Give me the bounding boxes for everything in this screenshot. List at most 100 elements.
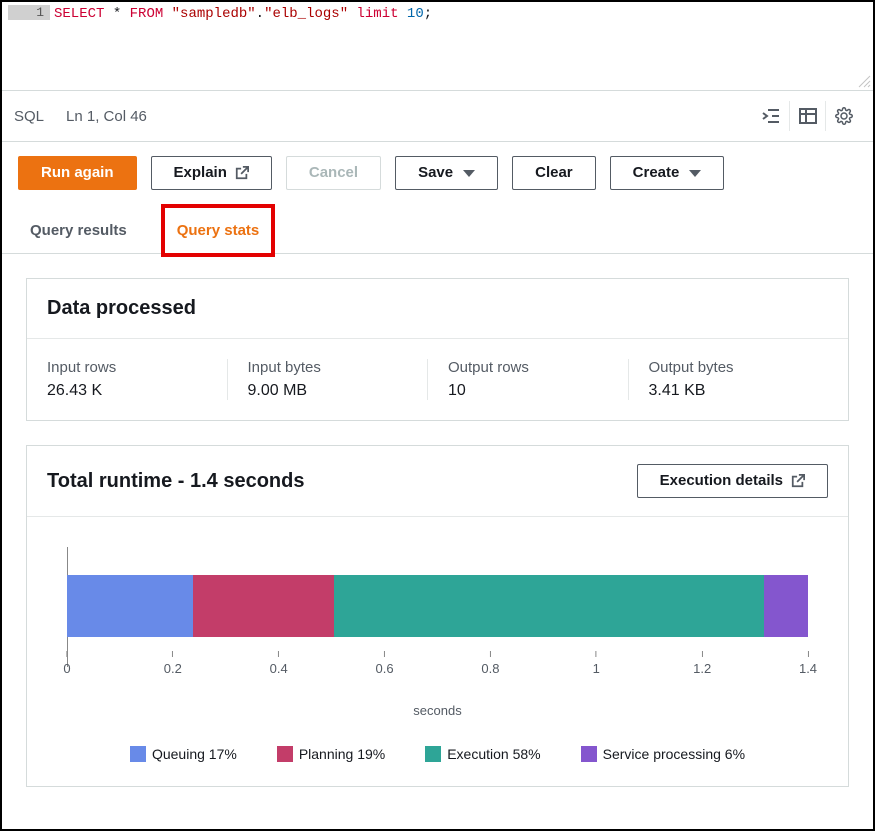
stats-content: Data processed Input rows 26.43 K Input … xyxy=(2,254,873,811)
sql-editor[interactable]: 1 SELECT * FROM "sampledb"."elb_logs" li… xyxy=(2,2,873,90)
chart-tick-label: 1.2 xyxy=(693,661,711,676)
explain-button[interactable]: Explain xyxy=(151,156,272,190)
table-icon xyxy=(799,108,817,124)
chart-tick: 1.2 xyxy=(693,651,711,676)
stat-input-bytes: Input bytes 9.00 MB xyxy=(227,359,428,400)
editor-statusbar: SQL Ln 1, Col 46 xyxy=(2,90,873,142)
chart-segment-queuing xyxy=(67,575,193,637)
chart-tick: 1.4 xyxy=(799,651,817,676)
kw-from: FROM xyxy=(130,6,164,22)
query-toolbar: Run again Explain Cancel Save Clear Crea… xyxy=(2,142,873,208)
indent-icon xyxy=(762,108,780,124)
tab-query-stats[interactable]: Query stats xyxy=(161,204,276,257)
run-again-button[interactable]: Run again xyxy=(18,156,137,190)
code-space xyxy=(348,6,356,22)
chart-tick: 0.2 xyxy=(164,651,182,676)
legend-swatch xyxy=(581,746,597,762)
stat-input-rows: Input rows 26.43 K xyxy=(47,359,227,400)
code-dot: . xyxy=(256,6,264,22)
cursor-position: Ln 1, Col 46 xyxy=(66,108,147,125)
legend-label: Service processing 6% xyxy=(603,746,745,762)
legend-swatch xyxy=(277,746,293,762)
chart-tick-label: 0.6 xyxy=(376,661,394,676)
stat-value: 26.43 K xyxy=(47,382,207,400)
chart-tick-label: 0.4 xyxy=(270,661,288,676)
clear-button[interactable]: Clear xyxy=(512,156,596,190)
execution-details-label: Execution details xyxy=(660,471,783,491)
resize-handle-icon[interactable] xyxy=(857,74,871,88)
data-processed-card: Data processed Input rows 26.43 K Input … xyxy=(26,278,849,421)
chart-tick-label: 0.2 xyxy=(164,661,182,676)
tab-query-results[interactable]: Query results xyxy=(18,208,139,253)
external-link-icon xyxy=(235,166,249,180)
stat-value: 10 xyxy=(448,382,608,400)
save-label: Save xyxy=(418,163,453,183)
chart-tick-label: 1 xyxy=(593,661,600,676)
line-number: 1 xyxy=(8,5,50,20)
chart-tick-label: 0.8 xyxy=(481,661,499,676)
legend-item-execution: Execution 58% xyxy=(425,746,540,762)
chart-tick-label: 0 xyxy=(63,661,70,676)
cancel-button: Cancel xyxy=(286,156,381,190)
save-button[interactable]: Save xyxy=(395,156,498,190)
editor-code[interactable]: SELECT * FROM "sampledb"."elb_logs" limi… xyxy=(50,2,873,25)
explain-label: Explain xyxy=(174,163,227,183)
chart-segment-execution xyxy=(334,575,764,637)
legend-item-planning: Planning 19% xyxy=(277,746,385,762)
chart-tick: 0 xyxy=(63,651,70,676)
create-label: Create xyxy=(633,163,680,183)
chart-tick-label: 1.4 xyxy=(799,661,817,676)
code-string: "sampledb" xyxy=(172,6,256,22)
legend-label: Queuing 17% xyxy=(152,746,237,762)
editor-language: SQL xyxy=(14,108,44,125)
result-tabs: Query results Query stats xyxy=(2,208,873,254)
data-processed-header: Data processed xyxy=(27,279,848,339)
runtime-card: Total runtime - 1.4 seconds Execution de… xyxy=(26,445,849,787)
data-processed-stats: Input rows 26.43 K Input bytes 9.00 MB O… xyxy=(27,339,848,420)
gear-icon xyxy=(835,107,853,125)
create-button[interactable]: Create xyxy=(610,156,725,190)
runtime-header: Total runtime - 1.4 seconds Execution de… xyxy=(27,446,848,517)
stat-label: Output rows xyxy=(448,359,608,376)
chart-segment-service-processing xyxy=(764,575,808,637)
runtime-chart: 0 0.2 0.4 0.6 0.8 1 1.2 1.4 seconds Queuing 17%… xyxy=(27,517,848,786)
format-query-button[interactable] xyxy=(753,101,789,131)
stat-value: 9.00 MB xyxy=(248,382,408,400)
runtime-title: Total runtime - 1.4 seconds xyxy=(47,470,304,493)
editor-gutter: 1 xyxy=(2,2,50,20)
legend-item-queuing: Queuing 17% xyxy=(130,746,237,762)
data-processed-title: Data processed xyxy=(47,297,196,320)
stat-value: 3.41 KB xyxy=(649,382,809,400)
legend-item-service-processing: Service processing 6% xyxy=(581,746,745,762)
stat-output-bytes: Output bytes 3.41 KB xyxy=(628,359,829,400)
code-star: * xyxy=(104,6,129,22)
chart-tick: 0.6 xyxy=(376,651,394,676)
legend-swatch xyxy=(425,746,441,762)
chart-bar-track xyxy=(67,575,808,637)
chart-legend: Queuing 17% Planning 19% Execution 58% Serv… xyxy=(57,746,818,762)
legend-label: Execution 58% xyxy=(447,746,540,762)
stat-label: Input rows xyxy=(47,359,207,376)
code-string: "elb_logs" xyxy=(264,6,348,22)
stat-label: Output bytes xyxy=(649,359,809,376)
settings-button[interactable] xyxy=(825,101,861,131)
caret-down-icon xyxy=(463,170,475,177)
code-space xyxy=(163,6,171,22)
stat-label: Input bytes xyxy=(248,359,408,376)
chart-x-label: seconds xyxy=(57,703,818,718)
stat-output-rows: Output rows 10 xyxy=(427,359,628,400)
chart-tick: 0.8 xyxy=(481,651,499,676)
execution-details-button[interactable]: Execution details xyxy=(637,464,828,498)
chart-tick: 0.4 xyxy=(270,651,288,676)
kw-select: SELECT xyxy=(54,6,104,22)
legend-label: Planning 19% xyxy=(299,746,385,762)
table-view-button[interactable] xyxy=(789,101,825,131)
kw-limit: limit xyxy=(357,6,399,22)
code-semicolon: ; xyxy=(424,6,432,22)
legend-swatch xyxy=(130,746,146,762)
chart-segment-planning xyxy=(193,575,334,637)
caret-down-icon xyxy=(689,170,701,177)
code-number: 10 xyxy=(407,6,424,22)
chart-tick: 1 xyxy=(593,651,600,676)
external-link-icon xyxy=(791,474,805,488)
